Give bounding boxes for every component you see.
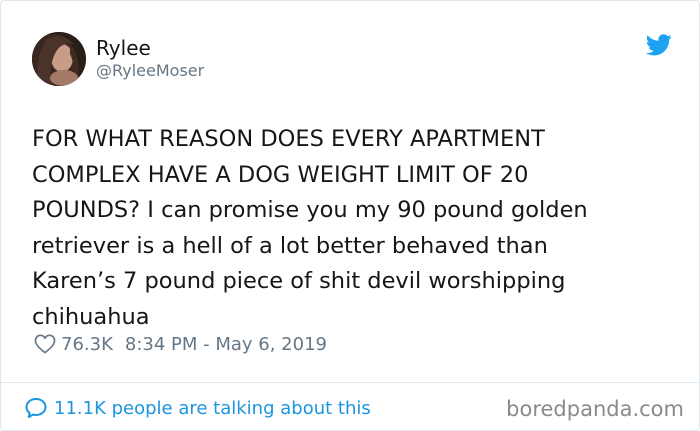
- conversation-label[interactable]: 11.1K people are talking about this: [54, 398, 371, 419]
- tweet-timestamp[interactable]: 8:34 PM - May 6, 2019: [125, 334, 327, 355]
- author-names: Rylee @RyleeMoser: [96, 36, 204, 81]
- tweet-meta: 76.3K 8:34 PM - May 6, 2019: [34, 331, 327, 357]
- twitter-bird-icon[interactable]: [645, 34, 672, 56]
- author-display-name[interactable]: Rylee: [96, 36, 204, 60]
- avatar[interactable]: [32, 32, 86, 86]
- heart-icon[interactable]: [34, 334, 56, 354]
- tweet-header: Rylee @RyleeMoser: [32, 32, 672, 88]
- conversation-link[interactable]: 11.1K people are talking about this: [24, 393, 371, 423]
- author-handle[interactable]: @RyleeMoser: [96, 61, 204, 81]
- speech-bubble-icon: [24, 396, 48, 420]
- watermark: boredpanda.com: [506, 397, 684, 421]
- tweet-text: FOR WHAT REASON DOES EVERY APARTMENT COM…: [32, 126, 588, 330]
- like-count[interactable]: 76.3K: [61, 334, 113, 355]
- tweet-card: Rylee @RyleeMoser FOR WHAT REASON DOES E…: [0, 0, 700, 431]
- divider: [1, 382, 699, 383]
